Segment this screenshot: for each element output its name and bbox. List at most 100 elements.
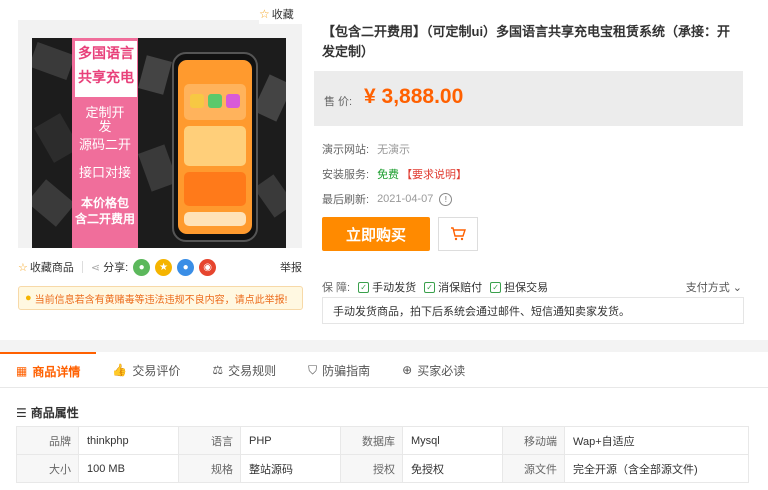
guarantee-row: 保 障: ✓ 手动发货 ✓ 消保赔付 ✓ 担保交易 支付方式 ⌄ [322, 279, 742, 295]
tab-buyer-notice[interactable]: ⊕ 买家必读 [386, 352, 481, 388]
guarantee-item: ✓ 担保交易 [490, 279, 548, 295]
delivery-note: 手动发货商品，拍下后系统会通过邮件、短信通知卖家发货。 [322, 297, 744, 324]
demo-site-value: 无演示 [377, 144, 411, 156]
price-box: 售 价: ¥ 3,888.00 [314, 71, 743, 126]
promo-title-line-2: 共享充电 [78, 69, 134, 85]
guarantee-item: ✓ 消保赔付 [424, 279, 482, 295]
add-to-cart-button[interactable] [438, 217, 478, 251]
attributes-table: 品牌 thinkphp 语言 PHP 数据库 Mysql 移动端 Wap+自适应… [16, 426, 749, 483]
promo-line-4: 接口对接 [78, 165, 131, 180]
guarantee-label: 保 障: [322, 282, 351, 294]
last-refresh-value: 2021-04-07 [377, 193, 434, 205]
phone-mockup [172, 52, 258, 242]
promo-line-2: 发 [98, 119, 112, 134]
check-icon: ✓ [424, 281, 436, 293]
share-row: ☆ 收藏商品 ⋖ 分享: ● ★ ● ◉ 举报 [18, 257, 302, 277]
share-icon: ⋖ [90, 261, 101, 274]
tab-label: 防骗指南 [322, 363, 371, 378]
attr-value: 整站源码 [240, 454, 341, 483]
tab-rules[interactable]: ⚖ 交易规则 [196, 352, 292, 388]
product-image[interactable]: 多国语言 共享充电 定制开 发 源码二开 接口对接 本价格包 含二开费用 [32, 38, 286, 248]
tab-label: 商品详情 [32, 364, 81, 379]
demo-site-row: 演示网站: 无演示 [322, 141, 410, 157]
tab-bar: ▦ 商品详情 👍 交易评价 ⚖ 交易规则 ⛉ 防骗指南 ⊕ 买家必读 [0, 352, 768, 388]
pay-method-label: 支付方式 [685, 282, 730, 294]
wechat-icon[interactable]: ● [133, 258, 151, 276]
warning-banner[interactable]: ● 当前信息若含有黄赌毒等违法违规不良内容，请点此举报! [18, 286, 303, 310]
attr-value: thinkphp [78, 426, 179, 455]
star-icon: ☆ [18, 261, 28, 274]
divider [81, 261, 83, 273]
promo-title-line-1: 多国语言 [78, 45, 134, 61]
collect-top-button[interactable]: ☆ 收藏 [259, 4, 303, 24]
product-gallery[interactable]: 多国语言 共享充电 定制开 发 源码二开 接口对接 本价格包 含二开费用 [18, 20, 302, 248]
buy-now-button[interactable]: 立即购买 [322, 217, 430, 251]
promo-banner: 多国语言 共享充电 定制开 发 源码二开 接口对接 本价格包 含二开费用 [72, 38, 138, 248]
attr-key: 大小 [16, 454, 79, 483]
collect-top-label: 收藏 [271, 9, 294, 21]
attr-key: 规格 [178, 454, 241, 483]
clock-icon[interactable]: ! [439, 192, 453, 206]
attr-key: 授权 [340, 454, 403, 483]
tab-label: 交易规则 [228, 363, 277, 378]
report-link[interactable]: 举报 [280, 259, 302, 275]
detail-icon: ▦ [16, 364, 28, 378]
attributes-heading-label: 商品属性 [30, 406, 79, 420]
share-label: 分享: [103, 262, 129, 274]
last-refresh-label: 最后刷新: [322, 194, 370, 206]
product-title: 【包含二开费用】（可定制ui）多国语言共享充电宝租赁系统（承接：开发定制） [322, 24, 731, 59]
attr-value: 完全开源（含全部源文件) [564, 454, 749, 483]
attr-value: 100 MB [78, 454, 179, 483]
check-icon: ✓ [358, 281, 370, 293]
table-row: 大小 100 MB 规格 整站源码 授权 免授权 源文件 完全开源（含全部源文件… [16, 454, 749, 483]
pay-method-dropdown[interactable]: 支付方式 ⌄ [686, 279, 742, 295]
chevron-down-icon: ⌄ [732, 282, 742, 294]
tab-reviews[interactable]: 👍 交易评价 [96, 352, 196, 388]
weibo-icon[interactable]: ◉ [199, 258, 217, 276]
guarantee-item-label: 手动发货 [372, 282, 417, 294]
attr-key: 语言 [178, 426, 241, 455]
shield-icon: ⛉ [308, 362, 318, 377]
qq-icon[interactable]: ● [177, 258, 195, 276]
install-service-label: 安装服务: [322, 169, 370, 181]
guarantee-item-label: 消保赔付 [438, 282, 483, 294]
attr-value: Wap+自适应 [564, 426, 749, 455]
cart-icon [451, 227, 466, 241]
tab-anti-fraud[interactable]: ⛉ 防骗指南 [292, 352, 386, 388]
product-card: 多国语言 共享充电 定制开 发 源码二开 接口对接 本价格包 含二开费用 ☆ 收… [0, 0, 768, 340]
table-row: 品牌 thinkphp 语言 PHP 数据库 Mysql 移动端 Wap+自适应 [16, 426, 749, 455]
price-value: ¥ 3,888.00 [364, 85, 464, 108]
star-icon: ☆ [259, 7, 270, 21]
tab-product-detail[interactable]: ▦ 商品详情 [0, 352, 97, 388]
attr-key: 移动端 [502, 426, 565, 455]
detail-section: ▦ 商品详情 👍 交易评价 ⚖ 交易规则 ⛉ 防骗指南 ⊕ 买家必读 ☰ 商品属… [0, 352, 768, 490]
collect-button[interactable]: 收藏商品 [30, 259, 74, 275]
last-refresh-row: 最后刷新: 2021-04-07 ! [322, 191, 453, 207]
promo-line-3: 源码二开 [78, 137, 131, 152]
lightbulb-icon: ● [25, 292, 32, 304]
tab-label: 交易评价 [132, 363, 181, 378]
info-circle-icon: ⊕ [402, 363, 413, 377]
promo-banner-title: 多国语言 共享充电 [75, 41, 137, 97]
attr-key: 品牌 [16, 426, 79, 455]
promo-bold-line-2: 含二开费用 [74, 212, 135, 226]
install-service-value: 免费 [377, 169, 400, 181]
attributes-heading: ☰ 商品属性 [16, 404, 79, 421]
attr-value: 免授权 [402, 454, 503, 483]
scale-icon: ⚖ [212, 363, 224, 377]
tab-label: 买家必读 [417, 363, 466, 378]
attr-key: 源文件 [502, 454, 565, 483]
phone-screen [178, 60, 252, 234]
attr-value: PHP [240, 426, 341, 455]
qzone-icon[interactable]: ★ [155, 258, 173, 276]
attr-key: 数据库 [340, 426, 403, 455]
install-service-row: 安装服务: 免费 【要求说明】 [322, 166, 467, 182]
list-icon: ☰ [16, 405, 27, 420]
check-icon: ✓ [490, 281, 502, 293]
demo-site-label: 演示网站: [322, 144, 370, 156]
warning-text: 当前信息若含有黄赌毒等违法违规不良内容，请点此举报! [34, 294, 288, 306]
attr-value: Mysql [402, 426, 503, 455]
install-requirements-link[interactable]: 【要求说明】 [401, 166, 467, 182]
guarantee-item: ✓ 手动发货 [358, 279, 416, 295]
thumbs-up-icon: 👍 [112, 363, 128, 377]
